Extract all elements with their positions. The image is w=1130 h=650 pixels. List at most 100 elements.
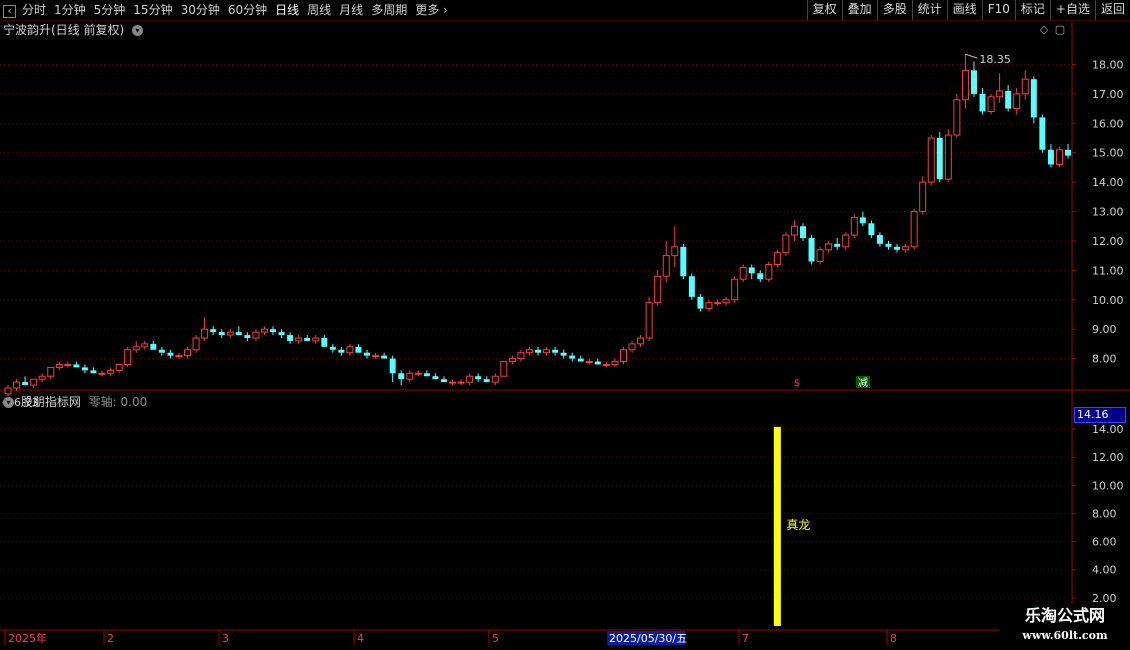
- candle-body-down[interactable]: [278, 332, 285, 336]
- candle-body-up[interactable]: [602, 363, 610, 366]
- candle-body-up[interactable]: [30, 378, 38, 386]
- candle-body-down[interactable]: [73, 364, 80, 368]
- candle-body-up[interactable]: [124, 349, 132, 365]
- candle-body-up[interactable]: [919, 181, 927, 213]
- candle-body-down[interactable]: [876, 235, 883, 244]
- candle-body-down[interactable]: [423, 373, 430, 377]
- candle-body-up[interactable]: [372, 355, 380, 358]
- candle-body-up[interactable]: [346, 346, 354, 354]
- candle-body-up[interactable]: [64, 363, 72, 366]
- candle-body-up[interactable]: [662, 255, 670, 277]
- candle-body-up[interactable]: [201, 328, 209, 339]
- candle-body-down[interactable]: [859, 217, 866, 224]
- candle-body-up[interactable]: [910, 211, 918, 248]
- candle-body-down[interactable]: [577, 358, 584, 362]
- candle-body-down[interactable]: [800, 226, 806, 238]
- candle-body-up[interactable]: [585, 361, 593, 364]
- chart-title[interactable]: 宁波韵升(日线 前复权) ▾: [3, 21, 144, 38]
- candle-body-up[interactable]: [671, 246, 679, 257]
- candle-body-up[interactable]: [1055, 149, 1063, 165]
- candle-body-down[interactable]: [389, 358, 396, 374]
- candle-body-up[interactable]: [842, 234, 850, 248]
- candle-body-up[interactable]: [782, 234, 790, 254]
- candle-body-down[interactable]: [398, 373, 405, 380]
- candle-body-down[interactable]: [970, 70, 977, 94]
- candle-body-up[interactable]: [927, 137, 935, 183]
- candle-body-up[interactable]: [500, 361, 508, 377]
- candle-body-down[interactable]: [475, 376, 482, 380]
- candle-body-up[interactable]: [312, 337, 320, 342]
- candle-body-up[interactable]: [466, 375, 474, 383]
- candle-body-down[interactable]: [304, 338, 311, 341]
- candle-body-up[interactable]: [654, 275, 662, 304]
- candle-body-down[interactable]: [210, 329, 217, 333]
- candle-body-up[interactable]: [226, 331, 234, 336]
- candle-body-down[interactable]: [1039, 117, 1046, 150]
- candle-body-up[interactable]: [739, 266, 747, 280]
- candle-body-down[interactable]: [1047, 149, 1054, 165]
- candle-body-up[interactable]: [637, 337, 645, 345]
- candle-body-up[interactable]: [816, 249, 824, 263]
- candle-body-up[interactable]: [790, 225, 798, 236]
- candle-body-down[interactable]: [535, 349, 541, 353]
- candle-body-up[interactable]: [705, 302, 713, 310]
- candle-body-down[interactable]: [885, 243, 892, 247]
- candle-body-up[interactable]: [731, 278, 739, 301]
- candle-body-up[interactable]: [260, 328, 268, 333]
- candle-body-up[interactable]: [961, 69, 969, 101]
- candle-body-up[interactable]: [457, 381, 465, 384]
- candle-body-up[interactable]: [1013, 93, 1021, 110]
- candle-body-up[interactable]: [611, 361, 619, 365]
- candle-body-down[interactable]: [287, 335, 294, 341]
- candle-body-up[interactable]: [773, 252, 781, 265]
- candle-body-down[interactable]: [158, 349, 165, 353]
- candle-body-up[interactable]: [55, 363, 63, 368]
- candle-body-down[interactable]: [1065, 149, 1071, 156]
- candle-body-up[interactable]: [987, 96, 995, 113]
- candle-body-down[interactable]: [355, 346, 362, 353]
- candle-body-down[interactable]: [432, 376, 439, 380]
- candle-body-up[interactable]: [722, 299, 730, 304]
- chevron-down-icon[interactable]: ▾: [132, 25, 144, 36]
- candle-body-down[interactable]: [381, 355, 388, 359]
- candle-body-up[interactable]: [115, 363, 123, 371]
- candle-body-up[interactable]: [765, 263, 773, 280]
- candle-body-up[interactable]: [517, 352, 525, 360]
- candle-body-up[interactable]: [543, 349, 551, 354]
- candle-body-up[interactable]: [508, 358, 516, 363]
- candle-body-down[interactable]: [235, 332, 242, 336]
- candle-body-up[interactable]: [38, 375, 46, 380]
- diamond-icon[interactable]: ◇: [1040, 23, 1049, 36]
- candle-body-up[interactable]: [295, 337, 303, 342]
- candle-body-up[interactable]: [714, 302, 722, 305]
- candle-body-up[interactable]: [449, 381, 457, 384]
- candle-body-up[interactable]: [825, 243, 833, 251]
- candle-body-down[interactable]: [218, 332, 225, 336]
- candle-body-up[interactable]: [525, 349, 533, 354]
- candle-body-down[interactable]: [979, 93, 986, 112]
- candle-body-up[interactable]: [491, 375, 499, 383]
- candle-body-down[interactable]: [808, 238, 815, 262]
- candle-body-down[interactable]: [894, 246, 901, 250]
- candle-body-down[interactable]: [1005, 90, 1012, 109]
- candle-body-down[interactable]: [936, 138, 943, 180]
- candle-body-up[interactable]: [645, 302, 653, 339]
- candle-body-up[interactable]: [98, 372, 106, 375]
- kline-chart[interactable]: 18.00 17.00 16.00 15.00 14.00 13.00 12.00 11.00…: [0, 0, 1130, 650]
- candle-body-up[interactable]: [414, 372, 422, 375]
- candle-body-down[interactable]: [560, 352, 567, 356]
- candle-body-down[interactable]: [594, 361, 601, 365]
- signal-bar[interactable]: [773, 426, 781, 626]
- chevron-down-icon[interactable]: ▾: [3, 397, 14, 408]
- candle-body-down[interactable]: [244, 335, 251, 338]
- candle-body-down[interactable]: [688, 276, 695, 297]
- candle-body-down[interactable]: [22, 382, 29, 386]
- candle-body-down[interactable]: [569, 355, 576, 359]
- candle-body-down[interactable]: [834, 243, 841, 247]
- candle-body-down[interactable]: [1030, 79, 1037, 118]
- candle-body-down[interactable]: [440, 379, 447, 383]
- candle-body-up[interactable]: [619, 349, 627, 363]
- candle-body-down[interactable]: [90, 370, 97, 374]
- candle-body-up[interactable]: [850, 216, 858, 236]
- candle-body-up[interactable]: [192, 337, 200, 351]
